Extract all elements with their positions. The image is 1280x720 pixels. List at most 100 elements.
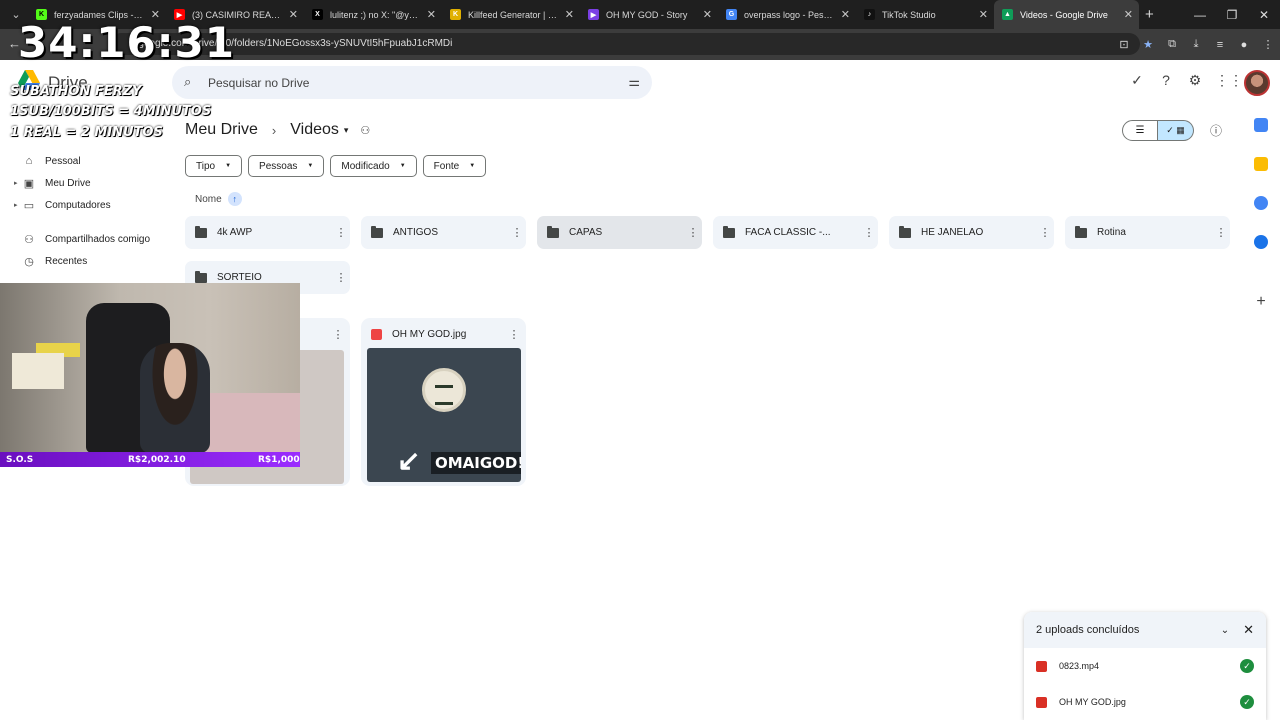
avatar[interactable] (1244, 70, 1270, 96)
breadcrumb-current[interactable]: Videos (290, 121, 339, 139)
expand-caret-icon[interactable]: ▸ (14, 179, 18, 187)
folder-item[interactable]: CAPAS ⋮ (537, 216, 702, 249)
close-tab-icon[interactable]: ✕ (565, 8, 574, 21)
sidebar-item-computadores[interactable]: ▸ ▭ Computadores (0, 194, 175, 216)
grid-view-button[interactable]: ✓ ▦ (1158, 120, 1194, 141)
video-file-icon (1036, 660, 1047, 672)
minimize-icon[interactable]: — (1184, 8, 1216, 22)
dropdown-arrow-icon[interactable]: ▾ (344, 125, 349, 136)
profile-icon[interactable]: ● (1232, 39, 1256, 51)
folder-name: ANTIGOS (393, 227, 439, 238)
list-view-button[interactable]: ☰ (1122, 120, 1158, 141)
more-options-icon[interactable]: ⋮ (331, 328, 345, 341)
download-icon[interactable]: ⤓ (1184, 38, 1208, 51)
file-card[interactable]: OH MY GOD.jpg ⋮ ↙ OMAIGOD!! (361, 318, 526, 486)
sidebar-item-label: Compartilhados comigo (45, 233, 151, 245)
bookmark-star-icon[interactable]: ★ (1136, 38, 1160, 51)
expand-caret-icon[interactable]: ▸ (14, 201, 18, 209)
shared-folder-icon (723, 225, 735, 238)
add-icon[interactable]: + (1254, 294, 1268, 310)
sidebar-item-recentes[interactable]: ◷ Recentes (0, 250, 175, 272)
folder-item[interactable]: HE JANELAO ⋮ (889, 216, 1054, 249)
extensions-icon[interactable]: ⧉ (1160, 38, 1184, 51)
folder-item[interactable]: Rotina ⋮ (1065, 216, 1230, 249)
keep-icon[interactable] (1254, 157, 1268, 171)
settings-gear-icon[interactable]: ⚙ (1186, 72, 1204, 89)
more-options-icon[interactable]: ⋮ (1036, 226, 1054, 239)
more-options-icon[interactable]: ⋮ (508, 226, 526, 239)
filter-type[interactable]: Tipo ▼ (185, 155, 243, 177)
chip-label: Pessoas (259, 160, 298, 172)
browser-tab[interactable]: X lulitenz ;) no X: "@yunghe ✕ (304, 0, 442, 29)
image-file-icon (371, 328, 382, 340)
more-options-icon[interactable]: ⋮ (332, 271, 350, 284)
menu-icon[interactable]: ⋮ (1256, 38, 1280, 51)
more-options-icon[interactable]: ⋮ (1212, 226, 1230, 239)
browser-tab[interactable]: G overpass logo - Pesquisa ✕ (718, 0, 856, 29)
install-app-icon[interactable]: ⊡ (1112, 38, 1136, 51)
subathon-rule-sub: 1SUB/100BITS = 4MINUTOS (10, 104, 212, 119)
folder-item[interactable]: 4k AWP ⋮ (185, 216, 350, 249)
apps-grid-icon[interactable]: ⋮⋮ (1215, 72, 1243, 89)
filter-people[interactable]: Pessoas ▼ (248, 155, 325, 177)
close-tab-icon[interactable]: ✕ (841, 8, 850, 21)
search-bar[interactable]: ⌕ Pesquisar no Drive ⚌ (172, 66, 652, 99)
browser-tab[interactable]: ▶ OH MY GOD - Story ✕ (580, 0, 718, 29)
close-tab-icon[interactable]: ✕ (703, 8, 712, 21)
offline-status-icon[interactable]: ✓ (1128, 72, 1146, 89)
browser-tab-active[interactable]: ▲ Videos - Google Drive ✕ (994, 0, 1139, 29)
chip-label: Fonte (433, 160, 460, 172)
address-bar[interactable]: e.google.com/drive/u/0/folders/1NoEGossx… (110, 33, 1140, 55)
shared-people-icon[interactable]: ⚇ (360, 124, 370, 137)
tasks-icon[interactable] (1254, 196, 1268, 210)
filter-source[interactable]: Fonte ▼ (422, 155, 487, 177)
sidebar-item-compartilhados[interactable]: ⚇ Compartilhados comigo (0, 228, 175, 250)
calendar-icon[interactable] (1254, 118, 1268, 132)
sidebar-item-pessoal[interactable]: ⌂ Pessoal (0, 150, 175, 172)
file-thumbnail[interactable]: ↙ OMAIGOD!! (367, 348, 521, 482)
folder-item[interactable]: ANTIGOS ⋮ (361, 216, 526, 249)
close-icon[interactable]: ✕ (1243, 622, 1254, 638)
close-tab-icon[interactable]: ✕ (1124, 8, 1133, 21)
upload-item[interactable]: OH MY GOD.jpg ✓ (1024, 684, 1266, 720)
browser-tab[interactable]: ♪ TikTok Studio ✕ (856, 0, 994, 29)
folder-name: FACA CLASSIC -... (745, 227, 831, 238)
webcam-overlay (0, 283, 300, 467)
more-options-icon[interactable]: ⋮ (684, 226, 702, 239)
contacts-icon[interactable] (1254, 235, 1268, 249)
close-tab-icon[interactable]: ✕ (289, 8, 298, 21)
overpass-logo-icon (422, 368, 466, 412)
file-name: OH MY GOD.jpg (392, 328, 467, 340)
close-tab-icon[interactable]: ✕ (427, 8, 436, 21)
sidebar-item-meu-drive[interactable]: ▸ ▣ Meu Drive (0, 172, 175, 194)
search-icon[interactable]: ⌕ (184, 74, 191, 90)
maximize-icon[interactable]: ❐ (1216, 8, 1248, 22)
media-icon[interactable]: ≡ (1208, 39, 1232, 51)
sort-ascending-icon[interactable]: ↑ (227, 192, 242, 206)
browser-tab[interactable]: K Killfeed Generator | Bind ✕ (442, 0, 580, 29)
upload-item[interactable]: 0823.mp4 ✓ (1024, 648, 1266, 684)
folder-name: Rotina (1097, 227, 1126, 238)
new-tab-button[interactable]: + (1145, 6, 1154, 23)
more-options-icon[interactable]: ⋮ (860, 226, 878, 239)
close-window-icon[interactable]: ✕ (1248, 8, 1280, 22)
chip-label: Modificado (341, 160, 390, 172)
chip-label: Tipo (196, 160, 216, 172)
filter-modified[interactable]: Modificado ▼ (330, 155, 417, 177)
sidebar-item-label: Pessoal (45, 155, 81, 167)
breadcrumb-root[interactable]: Meu Drive (185, 121, 258, 139)
chevron-down-icon[interactable]: ⌄ (1221, 625, 1229, 636)
search-options-icon[interactable]: ⚌ (628, 74, 640, 90)
details-info-icon[interactable]: ⓘ (1210, 120, 1224, 141)
list-icon: ☰ (1135, 125, 1145, 136)
close-tab-icon[interactable]: ✕ (979, 8, 988, 21)
folder-item[interactable]: FACA CLASSIC -... ⋮ (713, 216, 878, 249)
sort-header[interactable]: Nome ↑ (195, 192, 242, 206)
sort-label: Nome (195, 193, 222, 205)
more-options-icon[interactable]: ⋮ (507, 328, 521, 341)
tab-title: OH MY GOD - Story (606, 9, 688, 20)
search-input[interactable]: Pesquisar no Drive (208, 76, 309, 90)
more-options-icon[interactable]: ⋮ (332, 226, 350, 239)
folder-name: SORTEIO (217, 272, 262, 283)
help-icon[interactable]: ? (1157, 72, 1175, 89)
